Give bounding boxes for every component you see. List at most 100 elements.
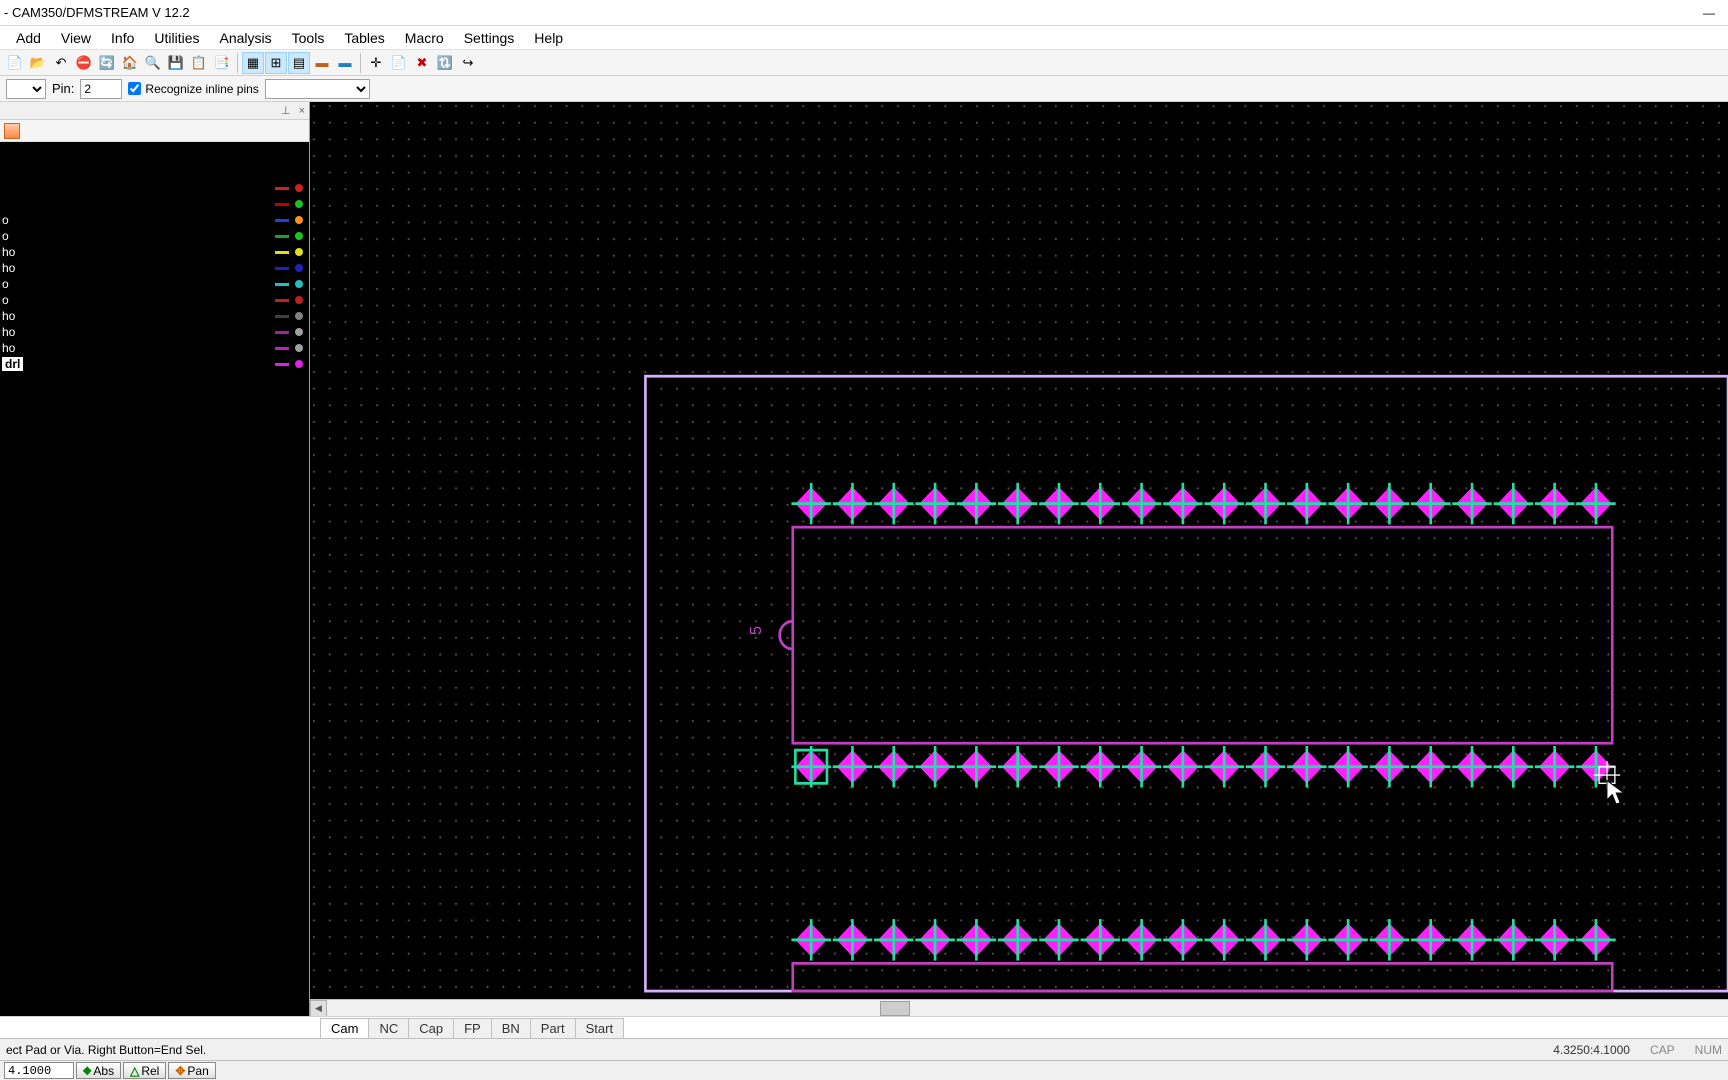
menu-view[interactable]: View — [51, 27, 101, 49]
layer-row[interactable] — [0, 196, 309, 212]
tool-open-icon[interactable]: 📂 — [27, 52, 49, 74]
status-coord: 4.3250:4.1000 — [1553, 1043, 1630, 1057]
tool-stop-icon[interactable]: ⛔ — [73, 52, 95, 74]
tool-target-icon[interactable]: ✛ — [365, 52, 387, 74]
tool-reload-icon[interactable]: 🔃 — [434, 52, 456, 74]
layer-color-line-icon — [275, 315, 289, 318]
layer-row[interactable]: o — [0, 276, 309, 292]
layer-list[interactable]: oohohooohohohodrl — [0, 142, 309, 1016]
layers-panel: ⊥ × oohohooohohohodrl — [0, 102, 310, 1016]
tool-undo-icon[interactable]: ↶ — [50, 52, 72, 74]
layer-swatches — [275, 360, 303, 368]
layer-color-line-icon — [275, 251, 289, 254]
status-num: NUM — [1695, 1043, 1722, 1057]
recognize-inline-check-input[interactable] — [128, 82, 141, 95]
menu-help[interactable]: Help — [524, 27, 573, 49]
tool-save-icon[interactable]: 💾 — [165, 52, 187, 74]
layer-row[interactable]: o — [0, 212, 309, 228]
layer-color-line-icon — [275, 283, 289, 286]
layer-swatches — [275, 264, 303, 272]
layer-row[interactable]: ho — [0, 260, 309, 276]
tab-start[interactable]: Start — [575, 1018, 624, 1038]
layer-name: o — [2, 293, 9, 307]
canvas-viewport[interactable]: 5 ◀ — [310, 102, 1728, 1016]
layer-swatches — [275, 184, 303, 192]
recognize-inline-label: Recognize inline pins — [145, 82, 258, 96]
coord-rel-button[interactable]: △Rel — [123, 1062, 166, 1079]
tab-cap[interactable]: Cap — [408, 1018, 454, 1038]
layer-swatches — [275, 280, 303, 288]
tool-report1-icon[interactable]: 📋 — [188, 52, 210, 74]
menu-bar: Add View Info Utilities Analysis Tools T… — [0, 26, 1728, 50]
panel-tool-icon[interactable] — [4, 123, 20, 139]
layer-color-line-icon — [275, 299, 289, 302]
coord-pan-button[interactable]: ✥Pan — [168, 1062, 215, 1079]
menu-tools[interactable]: Tools — [282, 27, 335, 49]
menu-macro[interactable]: Macro — [395, 27, 454, 49]
menu-tables[interactable]: Tables — [334, 27, 394, 49]
panel-pin-icon[interactable]: ⊥ — [281, 104, 291, 117]
menu-info[interactable]: Info — [101, 27, 144, 49]
layer-row[interactable]: ho — [0, 340, 309, 356]
layer-name: ho — [2, 341, 15, 355]
tab-bn[interactable]: BN — [491, 1018, 531, 1038]
tool-color1-icon[interactable]: ▬ — [311, 52, 333, 74]
layer-color-dot-icon — [295, 312, 303, 320]
scroll-left-icon[interactable]: ◀ — [310, 1000, 327, 1017]
scroll-thumb[interactable] — [880, 1001, 910, 1016]
tool-export-icon[interactable]: ↪ — [457, 52, 479, 74]
pcb-canvas[interactable]: 5 — [310, 102, 1728, 1016]
tool-color2-icon[interactable]: ▬ — [334, 52, 356, 74]
tool-refresh-icon[interactable]: 🔄 — [96, 52, 118, 74]
layer-swatches — [275, 248, 303, 256]
layer-name: o — [2, 229, 9, 243]
secondary-select[interactable] — [265, 79, 370, 99]
coord-abs-button[interactable]: ⬥Abs — [76, 1062, 121, 1079]
status-right: 4.3250:4.1000 CAP NUM — [1553, 1043, 1722, 1057]
layer-row[interactable] — [0, 180, 309, 196]
tool-grid1-icon[interactable]: ▦ — [242, 52, 264, 74]
layer-swatches — [275, 200, 303, 208]
layer-row[interactable]: o — [0, 228, 309, 244]
pin-input[interactable] — [80, 79, 122, 99]
layer-swatches — [275, 216, 303, 224]
recognize-inline-checkbox[interactable]: Recognize inline pins — [128, 82, 258, 96]
tool-home-icon[interactable]: 🏠 — [119, 52, 141, 74]
coord-input[interactable] — [4, 1062, 74, 1079]
layer-row[interactable]: ho — [0, 244, 309, 260]
layer-color-line-icon — [275, 187, 289, 190]
tab-part[interactable]: Part — [530, 1018, 576, 1038]
bottom-tabs: Cam NC Cap FP BN Part Start — [0, 1016, 1728, 1038]
panel-close-icon[interactable]: × — [299, 105, 305, 117]
layer-color-dot-icon — [295, 328, 303, 336]
tool-grid2-icon[interactable]: ⊞ — [265, 52, 287, 74]
tool-zoom-icon[interactable]: 🔍 — [142, 52, 164, 74]
tool-copy-icon[interactable]: 📄 — [388, 52, 410, 74]
layer-color-line-icon — [275, 347, 289, 350]
layer-color-dot-icon — [295, 264, 303, 272]
toolbar-separator — [360, 53, 361, 73]
menu-analysis[interactable]: Analysis — [210, 27, 282, 49]
menu-utilities[interactable]: Utilities — [144, 27, 209, 49]
layer-row[interactable]: o — [0, 292, 309, 308]
tool-new-icon[interactable]: 📄 — [4, 52, 26, 74]
minimize-button[interactable]: — — [1702, 6, 1716, 20]
layer-row[interactable]: ho — [0, 324, 309, 340]
menu-add[interactable]: Add — [6, 27, 51, 49]
menu-settings[interactable]: Settings — [454, 27, 525, 49]
layer-name: ho — [2, 309, 15, 323]
tab-fp[interactable]: FP — [453, 1018, 492, 1038]
layer-row[interactable]: drl — [0, 356, 309, 372]
status-message: ect Pad or Via. Right Button=End Sel. — [6, 1043, 206, 1057]
tool-delete-icon[interactable]: ✖ — [411, 52, 433, 74]
layer-color-dot-icon — [295, 216, 303, 224]
tab-nc[interactable]: NC — [368, 1018, 409, 1038]
main-toolbar: 📄 📂 ↶ ⛔ 🔄 🏠 🔍 💾 📋 📑 ▦ ⊞ ▤ ▬ ▬ ✛ 📄 ✖ 🔃 ↪ — [0, 50, 1728, 76]
layer-color-line-icon — [275, 219, 289, 222]
horizontal-scrollbar[interactable]: ◀ — [310, 999, 1728, 1016]
layer-row[interactable]: ho — [0, 308, 309, 324]
tool-grid3-icon[interactable]: ▤ — [288, 52, 310, 74]
mode-select[interactable] — [6, 79, 46, 99]
tab-cam[interactable]: Cam — [320, 1018, 369, 1038]
tool-report2-icon[interactable]: 📑 — [211, 52, 233, 74]
